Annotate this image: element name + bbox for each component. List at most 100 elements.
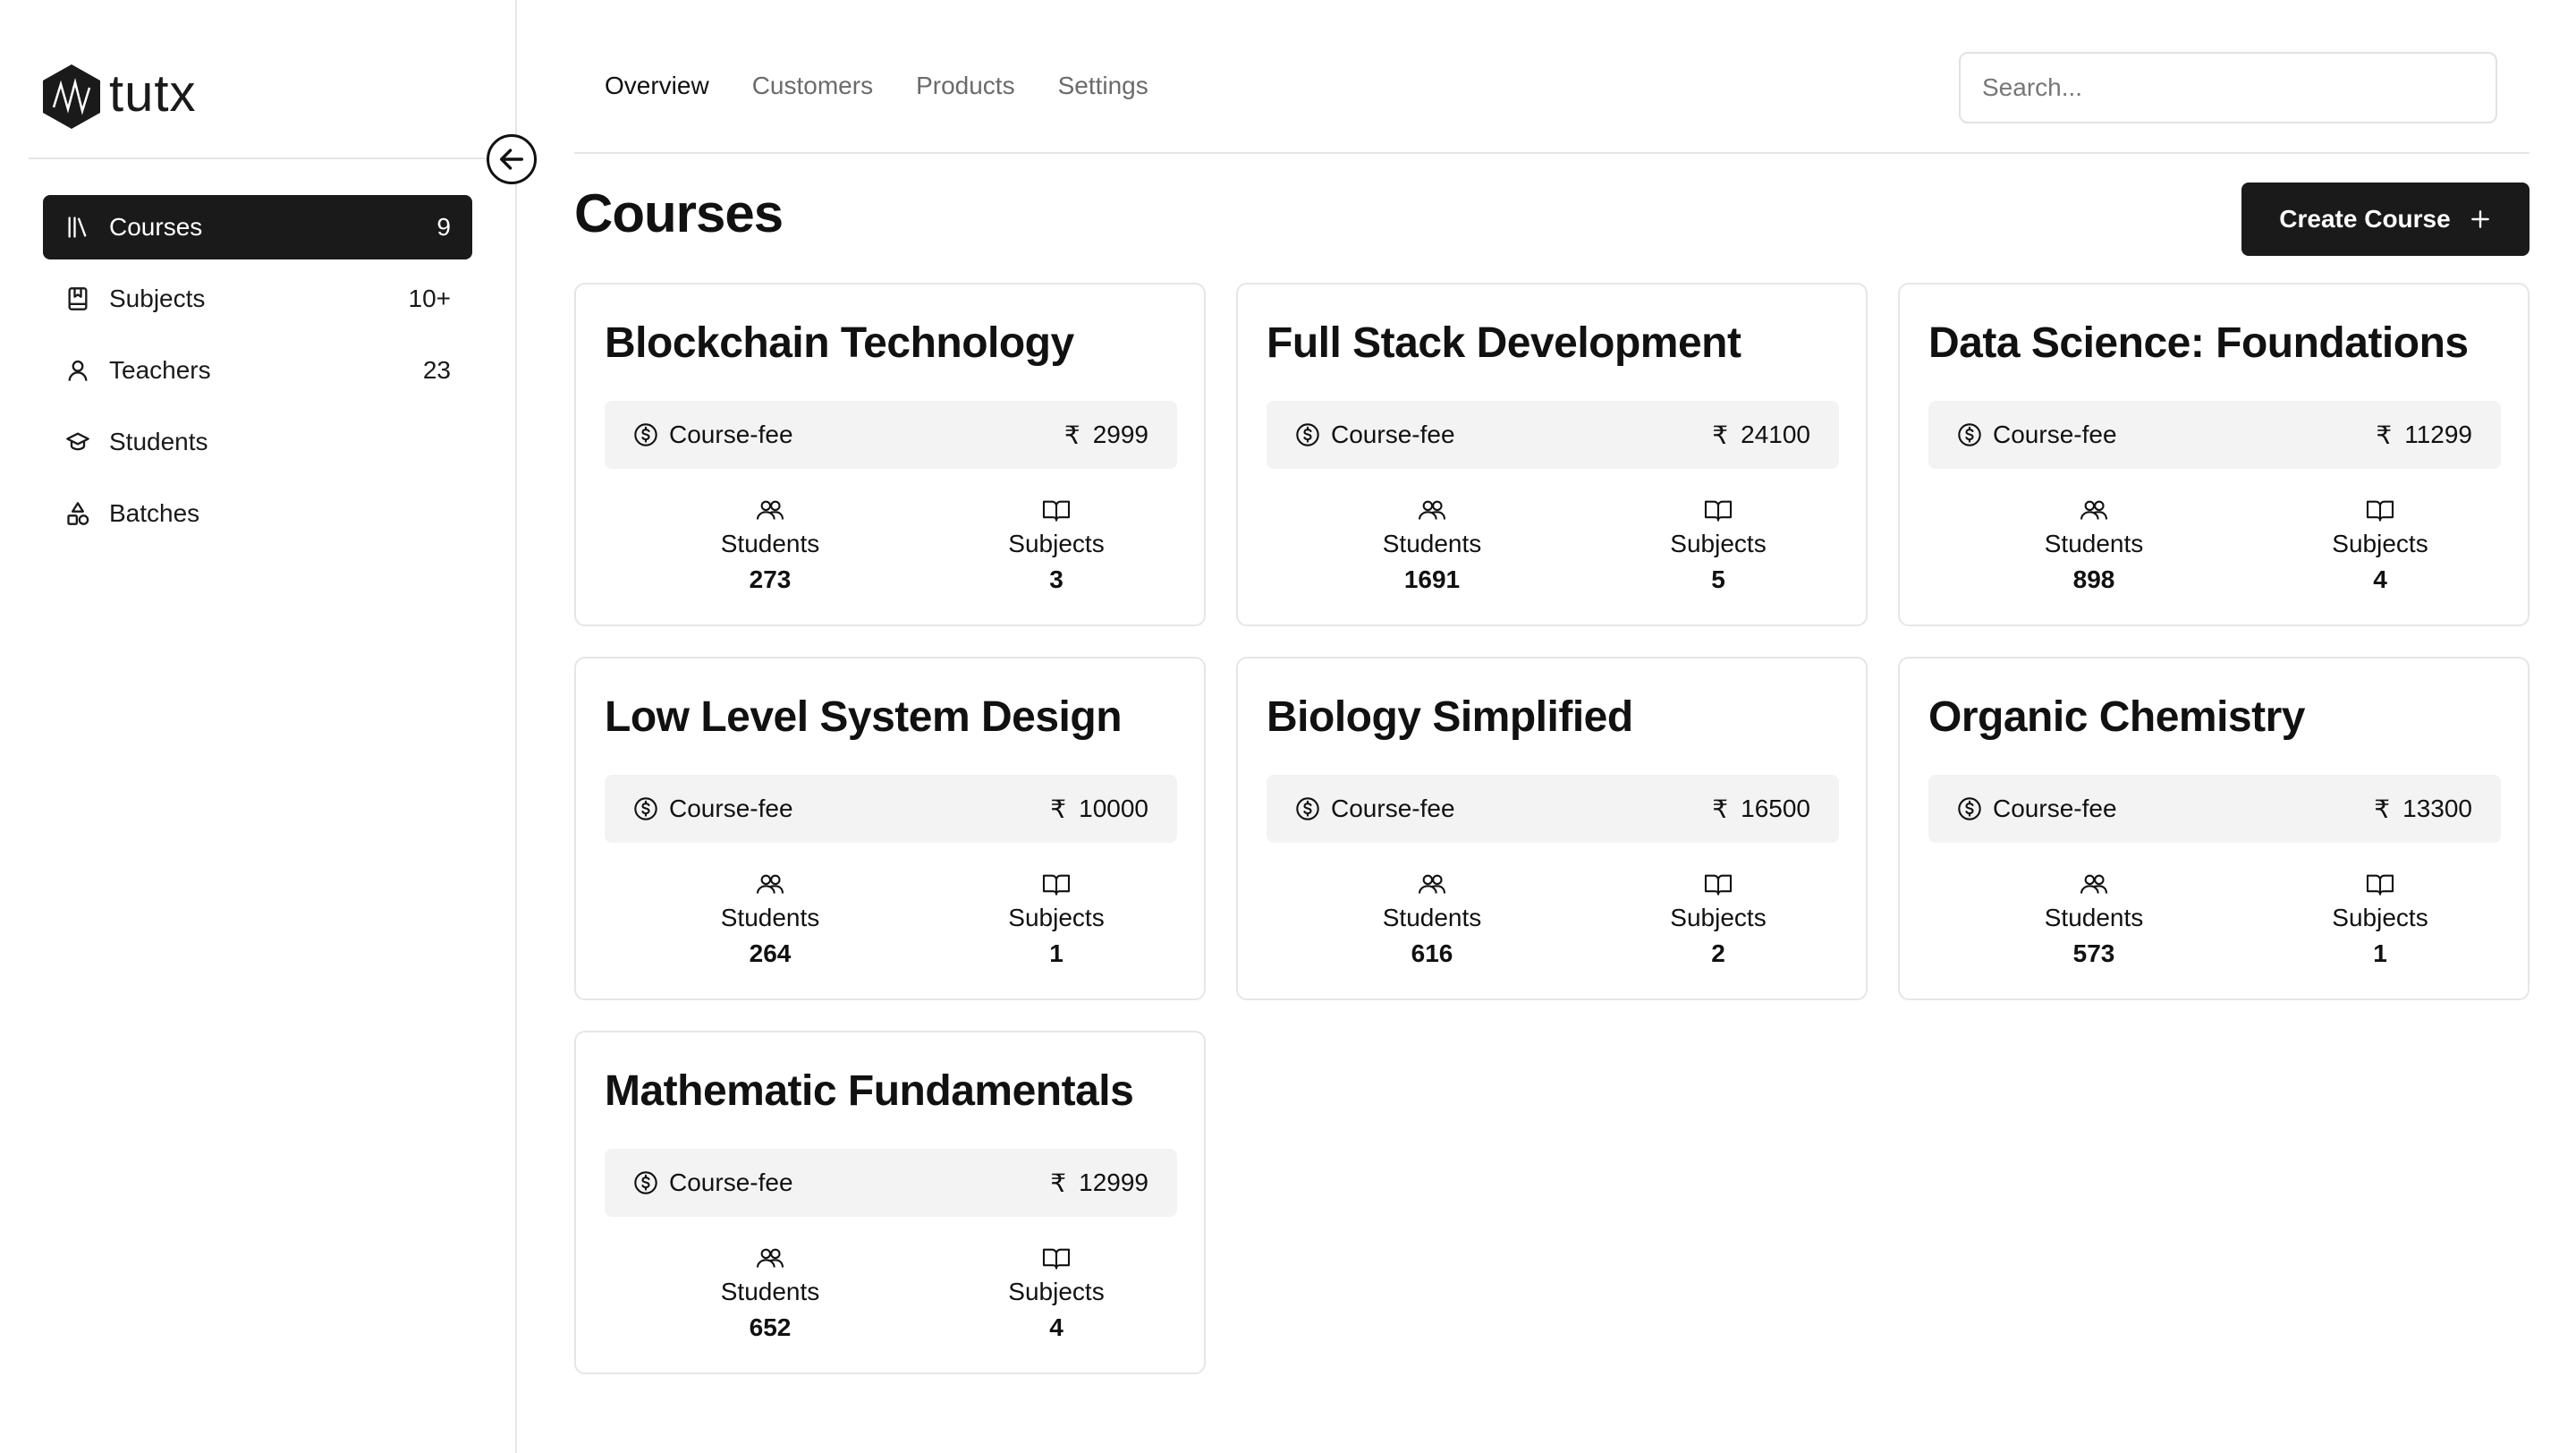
subjects-count: 1: [1049, 939, 1063, 967]
course-fee-box: Course-fee ₹ 2999: [605, 401, 1177, 469]
library-icon: [64, 214, 91, 241]
students-label: Students: [1382, 530, 1482, 557]
course-title: Organic Chemistry: [1928, 693, 2305, 741]
students-label: Students: [2044, 904, 2144, 931]
subjects-label: Subjects: [1670, 904, 1767, 931]
students-stat: Students 616: [1334, 870, 1530, 968]
course-fee-box: Course-fee ₹ 11299: [1928, 401, 2501, 469]
course-fee-box: Course-fee ₹ 24100: [1267, 401, 1839, 469]
course-card[interactable]: Blockchain Technology Course-fee ₹ 2999 …: [574, 283, 1206, 626]
students-stat: Students 273: [672, 496, 869, 594]
user-icon: [64, 357, 91, 384]
subjects-stat: Subjects 1: [2282, 870, 2479, 968]
rupee-icon: ₹: [1063, 421, 1080, 449]
course-fee-value: 16500: [1741, 794, 1810, 822]
students-count: 264: [749, 939, 792, 967]
course-card[interactable]: Data Science: Foundations Course-fee ₹ 1…: [1898, 283, 2529, 626]
course-title: Data Science: Foundations: [1928, 319, 2469, 367]
arrow-left-icon: [499, 149, 524, 170]
course-fee-box: Course-fee ₹ 16500: [1267, 775, 1839, 843]
sidebar-item-count: 9: [436, 213, 451, 241]
dollar-circle-icon: [1957, 796, 1982, 821]
sidebar-item-label: Subjects: [109, 285, 206, 312]
subjects-count: 4: [1049, 1313, 1063, 1341]
sidebar-item-teachers[interactable]: Teachers 23: [43, 338, 472, 403]
top-tabs: Overview Customers Products Settings: [605, 72, 1148, 100]
course-fee-value: 10000: [1079, 794, 1148, 822]
students-label: Students: [720, 1278, 820, 1305]
subjects-stat: Subjects 4: [2282, 496, 2479, 594]
students-label: Students: [2044, 530, 2144, 557]
users-icon: [672, 1244, 869, 1272]
rupee-icon: ₹: [2374, 794, 2391, 823]
rupee-icon: ₹: [1050, 794, 1067, 823]
sidebar-item-label: Teachers: [109, 356, 211, 384]
course-fee-value: 12999: [1079, 1168, 1148, 1196]
course-fee-box: Course-fee ₹ 10000: [605, 775, 1177, 843]
course-card[interactable]: Mathematic Fundamentals Course-fee ₹ 129…: [574, 1031, 1206, 1374]
students-label: Students: [1382, 904, 1482, 931]
students-count: 652: [749, 1313, 792, 1341]
subjects-stat: Subjects 2: [1620, 870, 1817, 968]
course-fee-value: 13300: [2402, 794, 2472, 822]
users-icon: [1996, 870, 2192, 898]
subjects-stat: Subjects 3: [958, 496, 1155, 594]
sidebar-item-batches[interactable]: Batches: [43, 481, 472, 546]
course-fee-label: Course-fee: [1331, 794, 1455, 822]
rupee-icon: ₹: [1050, 1168, 1067, 1197]
sidebar-divider: [29, 157, 517, 159]
dollar-circle-icon: [633, 1170, 658, 1195]
search-input[interactable]: [1959, 52, 2497, 123]
course-fee-label: Course-fee: [669, 1168, 793, 1196]
course-grid: Blockchain Technology Course-fee ₹ 2999 …: [574, 283, 2529, 1374]
tab-customers[interactable]: Customers: [752, 72, 873, 100]
book-open-icon: [1620, 496, 1817, 524]
sidebar-nav: Courses 9 Subjects 10+ Teachers 23 Stude…: [43, 195, 472, 553]
students-label: Students: [720, 904, 820, 931]
subjects-label: Subjects: [1008, 1278, 1105, 1305]
sidebar-item-subjects[interactable]: Subjects 10+: [43, 267, 472, 331]
course-fee-value: 2999: [1092, 421, 1148, 448]
sidebar-item-courses[interactable]: Courses 9: [43, 195, 472, 259]
subjects-label: Subjects: [1008, 904, 1105, 931]
course-card[interactable]: Low Level System Design Course-fee ₹ 100…: [574, 657, 1206, 1000]
students-count: 1691: [1403, 565, 1461, 593]
create-course-button[interactable]: Create Course: [2241, 183, 2529, 256]
subjects-stat: Subjects 5: [1620, 496, 1817, 594]
sidebar-item-label: Courses: [109, 213, 203, 241]
subjects-label: Subjects: [2332, 904, 2428, 931]
tab-settings[interactable]: Settings: [1058, 72, 1148, 100]
students-stat: Students 573: [1996, 870, 2192, 968]
course-fee-label: Course-fee: [1993, 421, 2117, 448]
logo[interactable]: tutx: [41, 63, 197, 131]
dollar-circle-icon: [1295, 422, 1320, 447]
header-divider: [574, 152, 2529, 154]
graduation-cap-icon: [64, 429, 91, 455]
tab-products[interactable]: Products: [916, 72, 1015, 100]
sidebar-item-count: 23: [422, 356, 451, 384]
course-title: Low Level System Design: [605, 693, 1123, 741]
tab-overview[interactable]: Overview: [605, 72, 709, 100]
students-stat: Students 898: [1996, 496, 2192, 594]
sidebar-item-students[interactable]: Students: [43, 410, 472, 474]
collapse-sidebar-button[interactable]: [487, 134, 537, 184]
course-title: Full Stack Development: [1267, 319, 1741, 367]
students-stat: Students 264: [672, 870, 869, 968]
dollar-circle-icon: [633, 796, 658, 821]
course-fee-box: Course-fee ₹ 13300: [1928, 775, 2501, 843]
course-fee-label: Course-fee: [669, 421, 793, 448]
course-card[interactable]: Full Stack Development Course-fee ₹ 2410…: [1236, 283, 1868, 626]
subjects-count: 3: [1049, 565, 1063, 593]
subjects-count: 4: [2373, 565, 2387, 593]
rupee-icon: ₹: [1712, 794, 1729, 823]
page-title: Courses: [574, 183, 784, 243]
users-icon: [1334, 496, 1530, 524]
book-open-icon: [958, 870, 1155, 898]
course-card[interactable]: Organic Chemistry Course-fee ₹ 13300 Stu…: [1898, 657, 2529, 1000]
course-card[interactable]: Biology Simplified Course-fee ₹ 16500 St…: [1236, 657, 1868, 1000]
book-open-icon: [2282, 496, 2479, 524]
dollar-circle-icon: [1295, 796, 1320, 821]
course-title: Biology Simplified: [1267, 693, 1633, 741]
course-title: Blockchain Technology: [605, 319, 1074, 367]
students-count: 898: [2072, 565, 2115, 593]
